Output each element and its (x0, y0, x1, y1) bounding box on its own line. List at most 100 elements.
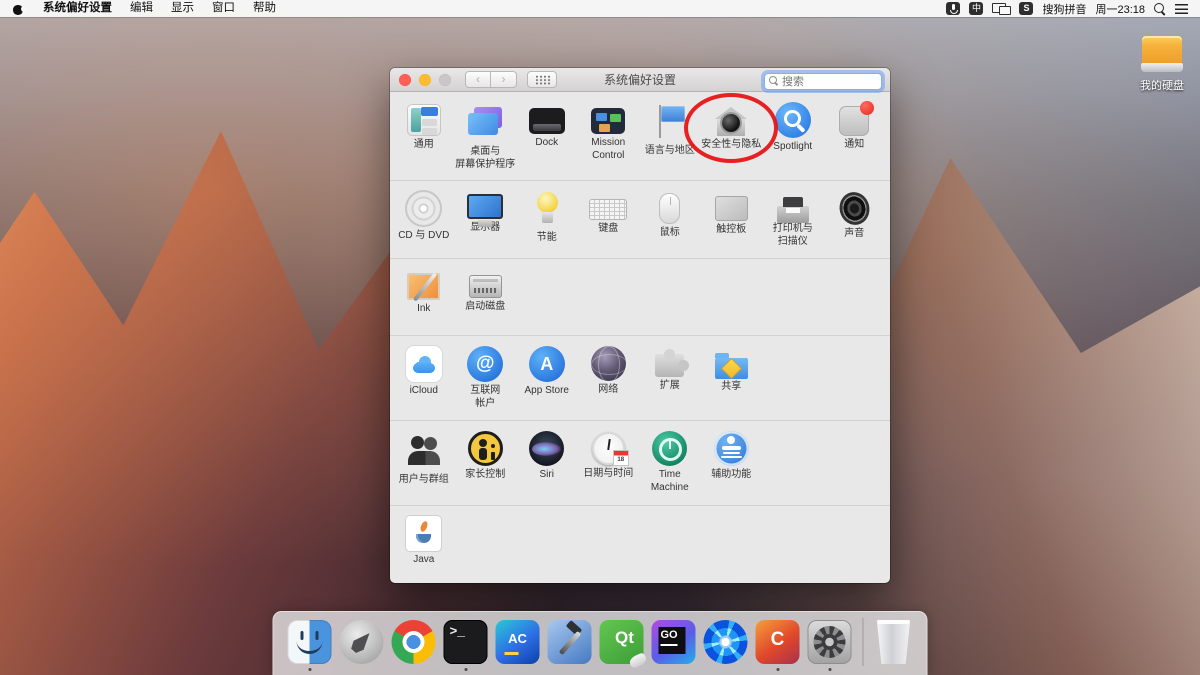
pref-icloud[interactable]: iCloud (393, 336, 455, 420)
dock-clion[interactable] (756, 620, 800, 664)
dock-launchpad[interactable] (340, 620, 384, 664)
input-method-icon[interactable]: 中 (969, 2, 983, 15)
pref-general[interactable]: 通用 (393, 92, 455, 180)
datetime-icon (592, 432, 625, 465)
menu-bar: 系统偏好设置编辑显示窗口帮助 中 S 搜狗拼音 周一23:18 (0, 0, 1200, 17)
pref-parental[interactable]: 家长控制 (455, 421, 517, 505)
pref-accessibility[interactable]: 辅助功能 (701, 421, 763, 505)
dock-terminal[interactable] (444, 620, 488, 664)
input-brand-label[interactable]: 搜狗拼音 (1042, 1, 1086, 17)
pref-energy[interactable]: 节能 (516, 181, 578, 258)
pref-label: 用户与群组 (393, 474, 455, 487)
displays-status-icon[interactable] (992, 2, 1010, 15)
spotlight-icon (775, 102, 811, 138)
pref-label: 互联网 帐户 (455, 385, 517, 410)
forward-button[interactable]: › (491, 71, 517, 88)
desktop-disk[interactable]: 我的硬盘 (1128, 36, 1196, 93)
parental-icon (468, 431, 503, 466)
dock-appcode[interactable] (496, 620, 540, 664)
pref-sound[interactable]: 声音 (824, 181, 886, 258)
dock-qt[interactable] (600, 620, 644, 664)
trackpad-icon (715, 196, 748, 221)
apple-menu-icon[interactable] (12, 3, 24, 15)
pref-label: 通知 (824, 139, 886, 152)
running-indicator (776, 668, 779, 671)
pref-printers[interactable]: 打印机与 扫描仪 (762, 181, 824, 258)
dictation-icon[interactable] (946, 2, 960, 15)
pref-users[interactable]: 用户与群组 (393, 421, 455, 505)
menu-item-0[interactable]: 系统偏好设置 (34, 0, 121, 17)
pref-startup[interactable]: 启动磁盘 (455, 259, 517, 335)
pref-label: 键盘 (578, 223, 640, 236)
sound-icon (836, 189, 873, 228)
extensions-icon (655, 354, 684, 377)
back-button[interactable]: ‹ (465, 71, 491, 88)
pref-mission[interactable]: Mission Control (578, 92, 640, 180)
pref-timemachine[interactable]: Time Machine (639, 421, 701, 505)
spotlight-menu-icon[interactable] (1154, 3, 1166, 15)
title-bar[interactable]: 系统偏好设置 ‹ › (390, 68, 890, 92)
pref-mouse[interactable]: 鼠标 (639, 181, 701, 258)
menu-left: 系统偏好设置编辑显示窗口帮助 (34, 0, 285, 17)
pref-security[interactable]: 安全性与隐私 (701, 92, 763, 180)
pref-label: Time Machine (639, 469, 701, 494)
printers-icon (777, 206, 809, 223)
pref-extensions[interactable]: 扩展 (639, 336, 701, 420)
search-input[interactable] (764, 73, 882, 90)
pref-ink[interactable]: Ink (393, 259, 455, 335)
pref-siri[interactable]: Siri (516, 421, 578, 505)
pref-spotlight[interactable]: Spotlight (762, 92, 824, 180)
pref-displays[interactable]: 显示器 (455, 181, 517, 258)
pref-label: Java (393, 554, 455, 567)
dock-finder[interactable] (288, 620, 332, 664)
pref-language[interactable]: 语言与地区 (639, 92, 701, 180)
pref-sharing[interactable]: 共享 (701, 336, 763, 420)
mission-icon (591, 108, 625, 134)
minimize-button[interactable] (419, 74, 431, 86)
show-all-button[interactable] (527, 71, 557, 88)
dock-goland[interactable] (652, 620, 696, 664)
pref-java[interactable]: Java (393, 506, 455, 583)
keyboard-icon (589, 199, 627, 220)
prefs-row: 通用桌面与 屏幕保护程序DockMission Control语言与地区安全性与… (390, 92, 890, 180)
dock-swirl[interactable] (704, 620, 748, 664)
menu-item-4[interactable]: 帮助 (244, 0, 285, 17)
sogou-icon[interactable]: S (1019, 2, 1033, 15)
notification-center-icon[interactable] (1175, 4, 1188, 14)
pref-label: 网络 (578, 384, 640, 397)
pref-notifications[interactable]: 通知 (824, 92, 886, 180)
sharing-icon (715, 358, 748, 379)
disk-label: 我的硬盘 (1128, 77, 1196, 93)
pref-label: 通用 (393, 139, 455, 152)
menu-item-2[interactable]: 显示 (162, 0, 203, 17)
clock[interactable]: 周一23:18 (1095, 1, 1145, 17)
dock-xcode[interactable] (548, 620, 592, 664)
pref-datetime[interactable]: 日期与时间 (578, 421, 640, 505)
pref-label: 桌面与 屏幕保护程序 (455, 146, 517, 171)
pref-label: 扩展 (639, 380, 701, 393)
prefs-grid: 通用桌面与 屏幕保护程序DockMission Control语言与地区安全性与… (390, 92, 890, 583)
pref-network[interactable]: 网络 (578, 336, 640, 420)
menu-item-3[interactable]: 窗口 (203, 0, 244, 17)
dock-chrome[interactable] (392, 620, 436, 664)
pref-dock[interactable]: Dock (516, 92, 578, 180)
prefs-row: 用户与群组家长控制Siri日期与时间Time Machine辅助功能 (390, 420, 890, 505)
appstore-icon (529, 346, 565, 382)
siri-icon (529, 431, 564, 466)
pref-label: Dock (516, 137, 578, 150)
dock-sysprefs[interactable] (808, 620, 852, 664)
pref-internet[interactable]: 互联网 帐户 (455, 336, 517, 420)
close-button[interactable] (399, 74, 411, 86)
pref-label: Mission Control (578, 137, 640, 162)
pref-label: 语言与地区 (639, 145, 701, 158)
pref-cddvd[interactable]: CD 与 DVD (393, 181, 455, 258)
menu-item-1[interactable]: 编辑 (121, 0, 162, 17)
ink-icon (407, 273, 440, 300)
dock-trash[interactable] (875, 620, 913, 664)
internet-icon (467, 346, 503, 382)
pref-desktop[interactable]: 桌面与 屏幕保护程序 (455, 92, 517, 180)
pref-trackpad[interactable]: 触控板 (701, 181, 763, 258)
pref-appstore[interactable]: App Store (516, 336, 578, 420)
pref-keyboard[interactable]: 键盘 (578, 181, 640, 258)
pref-label: 辅助功能 (701, 469, 763, 482)
